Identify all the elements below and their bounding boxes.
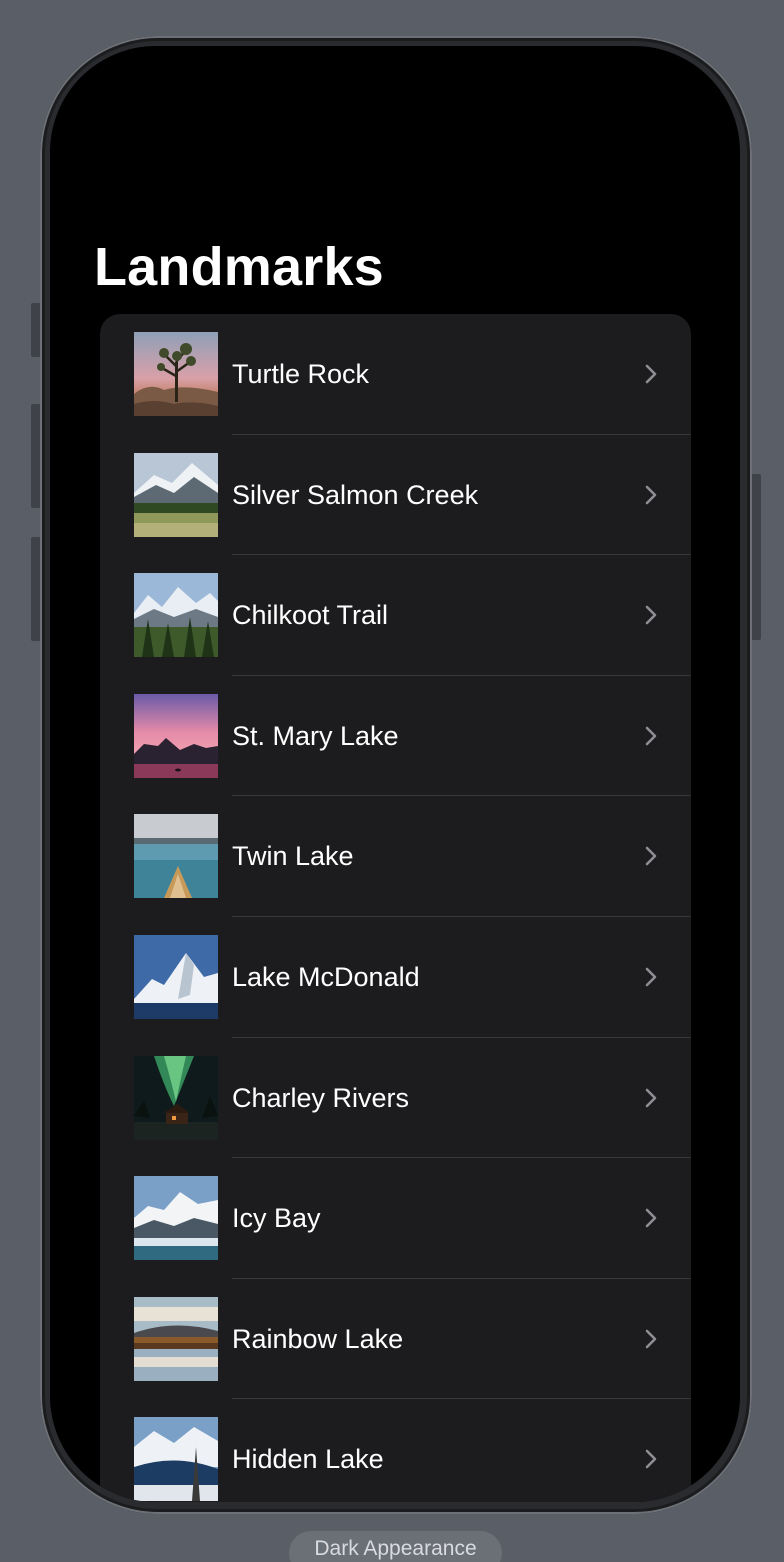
chevron-right-icon bbox=[645, 726, 657, 746]
chilkoot-trail-photo bbox=[134, 573, 218, 658]
turtle-rock-photo bbox=[134, 332, 218, 416]
landmark-name: Lake McDonald bbox=[232, 961, 420, 992]
charley-rivers-photo bbox=[134, 1055, 218, 1140]
appearance-badge[interactable]: Dark Appearance bbox=[289, 1531, 502, 1562]
chevron-right-icon bbox=[645, 485, 657, 504]
list-row-turtle-rock[interactable]: Turtle Rock bbox=[100, 314, 691, 435]
landmark-name: Charley Rivers bbox=[232, 1082, 410, 1113]
list-row-lake-mcdonald[interactable]: Lake McDonald bbox=[100, 917, 691, 1038]
chevron-right-icon bbox=[645, 967, 657, 987]
st-mary-lake-photo bbox=[134, 693, 218, 778]
chevron-right-icon bbox=[645, 1088, 657, 1107]
twin-lake-photo bbox=[134, 814, 218, 899]
navigation-title: Landmarks bbox=[94, 237, 384, 297]
power-button bbox=[751, 474, 761, 640]
icy-bay-photo bbox=[134, 1176, 218, 1261]
chevron-right-icon bbox=[645, 1208, 657, 1228]
rainbow-lake-photo bbox=[134, 1296, 218, 1381]
landmark-name: Turtle Rock bbox=[232, 359, 370, 389]
landmark-name: St. Mary Lake bbox=[232, 720, 399, 751]
landmark-name: Icy Bay bbox=[232, 1203, 321, 1234]
landmark-name: Silver Salmon Creek bbox=[232, 479, 479, 510]
landmark-name: Rainbow Lake bbox=[232, 1323, 404, 1354]
list-row-charley-rivers[interactable]: Charley Rivers bbox=[100, 1038, 691, 1159]
chevron-right-icon bbox=[645, 1450, 657, 1469]
list-row-st-mary-lake[interactable]: St. Mary Lake bbox=[100, 676, 691, 797]
landmark-name: Twin Lake bbox=[232, 841, 354, 872]
list-row-icy-bay[interactable]: Icy Bay bbox=[100, 1158, 691, 1279]
landmark-name: Hidden Lake bbox=[232, 1444, 384, 1475]
chevron-right-icon bbox=[645, 605, 657, 625]
landmark-list[interactable]: Turtle Rock Silver Salmon Creek Chilkoot… bbox=[100, 314, 691, 1502]
list-row-rainbow-lake[interactable]: Rainbow Lake bbox=[100, 1279, 691, 1400]
chevron-right-icon bbox=[645, 847, 657, 866]
list-row-hidden-lake[interactable]: Hidden Lake bbox=[100, 1399, 691, 1502]
landmark-name: Chilkoot Trail bbox=[232, 600, 389, 631]
list-row-chilkoot-trail[interactable]: Chilkoot Trail bbox=[100, 555, 691, 676]
hidden-lake-photo bbox=[134, 1417, 218, 1502]
chevron-right-icon bbox=[645, 364, 657, 384]
lake-mcdonald-photo bbox=[134, 934, 218, 1019]
silver-salmon-creek-photo bbox=[134, 452, 218, 537]
preview-canvas: Landmarks Turtle Rock Silver Salmon Cree… bbox=[0, 0, 784, 1562]
list-row-silver-salmon-creek[interactable]: Silver Salmon Creek bbox=[100, 435, 691, 556]
chevron-right-icon bbox=[645, 1329, 657, 1349]
list-row-twin-lake[interactable]: Twin Lake bbox=[100, 796, 691, 917]
device-screen: Landmarks Turtle Rock Silver Salmon Cree… bbox=[50, 46, 740, 1502]
